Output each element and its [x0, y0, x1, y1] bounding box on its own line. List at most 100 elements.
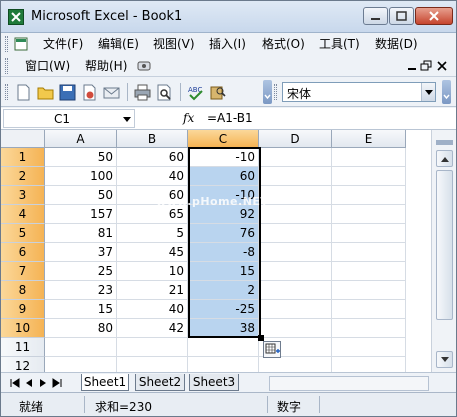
title-bar[interactable]: Microsoft Excel - Book1	[1, 1, 456, 33]
cell-d10[interactable]	[259, 319, 332, 338]
cell-a3[interactable]: 50	[45, 186, 117, 205]
column-header-b[interactable]: B	[117, 130, 188, 148]
column-header-d[interactable]: D	[259, 130, 332, 148]
cell-d7[interactable]	[259, 262, 332, 281]
workbook-icon[interactable]	[14, 37, 28, 51]
cell-a11[interactable]	[45, 338, 117, 357]
cell-d3[interactable]	[259, 186, 332, 205]
cell-c6[interactable]: -8	[188, 243, 259, 262]
chevron-down-icon[interactable]	[421, 83, 435, 101]
menu-edit[interactable]: 编辑(E)	[96, 36, 141, 53]
open-folder-icon[interactable]	[37, 84, 54, 101]
vertical-scrollbar[interactable]	[431, 130, 456, 372]
cell-a4[interactable]: 157	[45, 205, 117, 224]
auto-fill-options-button[interactable]	[263, 341, 281, 358]
first-sheet-icon[interactable]	[9, 377, 21, 389]
select-all-corner[interactable]	[1, 130, 45, 148]
cell-d1[interactable]	[259, 148, 332, 167]
cell-a6[interactable]: 37	[45, 243, 117, 262]
cell-e9[interactable]	[332, 300, 406, 319]
menu-insert[interactable]: 插入(I)	[207, 36, 248, 53]
cell-c8[interactable]: 2	[188, 281, 259, 300]
horizontal-scrollbar[interactable]	[269, 376, 429, 391]
cell-b6[interactable]: 45	[117, 243, 188, 262]
menu-tools[interactable]: 工具(T)	[317, 36, 362, 53]
formula-input[interactable]: =A1-B1	[207, 111, 253, 125]
research-icon[interactable]	[137, 59, 151, 73]
cell-e12[interactable]	[332, 357, 406, 372]
cell-d9[interactable]	[259, 300, 332, 319]
doc-close-button[interactable]	[435, 59, 449, 73]
cell-a5[interactable]: 81	[45, 224, 117, 243]
menu-window[interactable]: 窗口(W)	[23, 58, 72, 75]
cell-d2[interactable]	[259, 167, 332, 186]
split-box[interactable]	[436, 140, 453, 145]
cell-c9[interactable]: -25	[188, 300, 259, 319]
cell-c11[interactable]	[188, 338, 259, 357]
cell-d6[interactable]	[259, 243, 332, 262]
cell-c1[interactable]: -10	[188, 148, 259, 167]
menu-view[interactable]: 视图(V)	[151, 36, 197, 53]
doc-minimize-button[interactable]	[405, 59, 419, 73]
print-icon[interactable]	[134, 84, 151, 101]
previous-sheet-icon[interactable]	[23, 377, 35, 389]
row-header[interactable]: 3	[1, 186, 45, 205]
row-header[interactable]: 7	[1, 262, 45, 281]
cell-a2[interactable]: 100	[45, 167, 117, 186]
cell-a1[interactable]: 50	[45, 148, 117, 167]
cell-a10[interactable]: 80	[45, 319, 117, 338]
email-icon[interactable]	[103, 84, 120, 101]
menu-grip-2[interactable]	[5, 58, 8, 74]
font-name-select[interactable]: 宋体	[282, 82, 436, 102]
scroll-thumb[interactable]	[436, 170, 453, 320]
row-header[interactable]: 5	[1, 224, 45, 243]
row-header[interactable]: 10	[1, 319, 45, 338]
row-header[interactable]: 4	[1, 205, 45, 224]
row-header[interactable]: 9	[1, 300, 45, 319]
minimize-button[interactable]	[363, 7, 388, 25]
column-header-e[interactable]: E	[332, 130, 406, 148]
cell-d12[interactable]	[259, 357, 332, 372]
menu-format[interactable]: 格式(O)	[260, 36, 307, 53]
cell-e11[interactable]	[332, 338, 406, 357]
cell-e2[interactable]	[332, 167, 406, 186]
sheet-tab-sheet2[interactable]: Sheet2	[135, 374, 185, 391]
cell-b9[interactable]: 40	[117, 300, 188, 319]
cell-b5[interactable]: 5	[117, 224, 188, 243]
cell-b8[interactable]: 21	[117, 281, 188, 300]
maximize-button[interactable]	[389, 7, 414, 25]
cell-d5[interactable]	[259, 224, 332, 243]
format-toolbar-chevron[interactable]	[442, 80, 451, 104]
row-header[interactable]: 2	[1, 167, 45, 186]
cell-b1[interactable]: 60	[117, 148, 188, 167]
cell-a12[interactable]	[45, 357, 117, 372]
cell-c5[interactable]: 76	[188, 224, 259, 243]
cell-a9[interactable]: 15	[45, 300, 117, 319]
menu-help[interactable]: 帮助(H)	[83, 58, 129, 75]
column-header-c[interactable]: C	[188, 130, 259, 148]
sheet-tab-sheet3[interactable]: Sheet3	[189, 374, 239, 391]
scroll-down-button[interactable]	[436, 351, 453, 368]
excel-app-icon[interactable]	[8, 9, 24, 25]
permission-icon[interactable]	[81, 84, 98, 101]
cell-b7[interactable]: 10	[117, 262, 188, 281]
cell-b11[interactable]	[117, 338, 188, 357]
cell-c10[interactable]: 38	[188, 319, 259, 338]
cell-e8[interactable]	[332, 281, 406, 300]
cell-e4[interactable]	[332, 205, 406, 224]
menu-file[interactable]: 文件(F)	[41, 36, 85, 53]
row-header[interactable]: 6	[1, 243, 45, 262]
last-sheet-icon[interactable]	[51, 377, 63, 389]
row-header[interactable]: 8	[1, 281, 45, 300]
save-icon[interactable]	[59, 84, 76, 101]
worksheet-grid[interactable]: A B C D E 1 50 60 -10 2 100 40 60 3 50 60 -10 4 157 65 92 5 81…	[1, 130, 431, 372]
new-document-icon[interactable]	[15, 84, 32, 101]
cell-b12[interactable]	[117, 357, 188, 372]
toolbar-grip[interactable]	[5, 84, 8, 100]
name-box[interactable]: C1	[3, 109, 135, 128]
cell-e6[interactable]	[332, 243, 406, 262]
cell-c7[interactable]: 15	[188, 262, 259, 281]
cell-e1[interactable]	[332, 148, 406, 167]
cell-e3[interactable]	[332, 186, 406, 205]
doc-restore-button[interactable]	[419, 59, 433, 73]
